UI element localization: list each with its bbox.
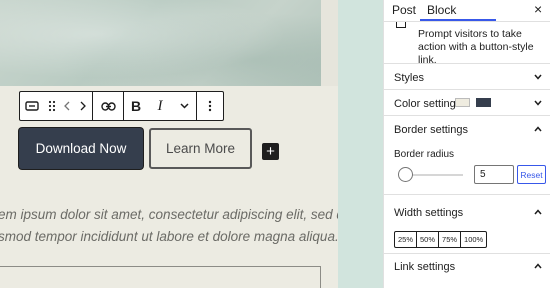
chevron-up-icon[interactable] [534,263,542,271]
chevron-down-icon[interactable] [534,74,542,82]
more-vertical-icon[interactable] [197,92,223,120]
slider-handle[interactable] [398,167,413,182]
next-block-outline[interactable] [0,266,321,288]
width-75-button[interactable]: 75% [439,232,462,247]
border-radius-label: Border radius [394,149,455,160]
chevron-up-icon[interactable] [534,209,542,217]
border-radius-input[interactable]: 5 [474,165,514,184]
panel-title[interactable]: Border settings [394,124,468,136]
cover-image [0,0,321,86]
panel-border-settings: Border settings Border radius 5 Reset [384,116,550,195]
width-100-button[interactable]: 100% [461,232,486,247]
move-right-icon[interactable] [74,92,92,120]
chevron-up-icon[interactable] [534,126,542,134]
side-background-strip [338,0,383,288]
toolbar-group-more [197,92,223,120]
block-card: Prompt visitors to take action with a bu… [384,22,550,66]
panel-styles[interactable]: Styles [384,64,550,90]
button-block-icon[interactable] [20,92,44,120]
download-now-button[interactable]: Download Now [19,128,143,169]
width-25-button[interactable]: 25% [395,232,418,247]
toolbar-group-block [20,92,93,120]
tab-post[interactable]: Post [392,3,416,17]
panel-title[interactable]: Color settings [394,98,461,110]
color-swatch-background [455,98,470,107]
move-left-icon[interactable] [60,92,74,120]
button-block-icon [396,22,406,28]
chevron-down-icon[interactable] [534,100,542,108]
block-description: Prompt visitors to take action with a bu… [418,28,534,66]
canvas-edge [321,0,338,86]
editor-canvas: B I Download Now Learn More + em ipsum d… [0,0,338,288]
close-icon[interactable]: × [534,1,542,17]
panel-color-settings[interactable]: Color settings [384,90,550,116]
panel-title[interactable]: Styles [394,72,424,84]
toolbar-group-format: B I [124,92,197,120]
paragraph-line[interactable]: smod tempor incididunt ut labore et dolo… [0,229,338,244]
italic-button[interactable]: I [148,92,172,120]
sidebar-tabs: Post Block × [384,0,550,22]
panel-title[interactable]: Width settings [394,207,463,219]
width-50-button[interactable]: 50% [417,232,440,247]
link-icon[interactable] [93,92,123,120]
panel-title[interactable]: Link settings [394,261,455,273]
chevron-down-icon[interactable] [172,92,196,120]
tab-block[interactable]: Block [427,3,456,17]
width-button-group: 25% 50% 75% 100% [394,231,488,248]
paragraph-line[interactable]: em ipsum dolor sit amet, consectetur adi… [0,207,338,222]
drag-handle-icon[interactable] [44,92,60,120]
border-radius-slider[interactable] [406,174,463,176]
bold-button[interactable]: B [124,92,148,120]
toolbar-group-link [93,92,124,120]
panel-link-settings: Link settings [384,254,550,288]
reset-button[interactable]: Reset [517,165,546,184]
learn-more-button[interactable]: Learn More [149,128,252,169]
add-block-icon[interactable]: + [262,143,279,160]
panel-width-settings: Width settings 25% 50% 75% 100% [384,195,550,254]
active-tab-indicator [420,19,496,21]
color-swatch-text [476,98,491,107]
settings-sidebar: Post Block × Prompt visitors to take act… [383,0,550,288]
block-toolbar: B I [19,91,224,121]
